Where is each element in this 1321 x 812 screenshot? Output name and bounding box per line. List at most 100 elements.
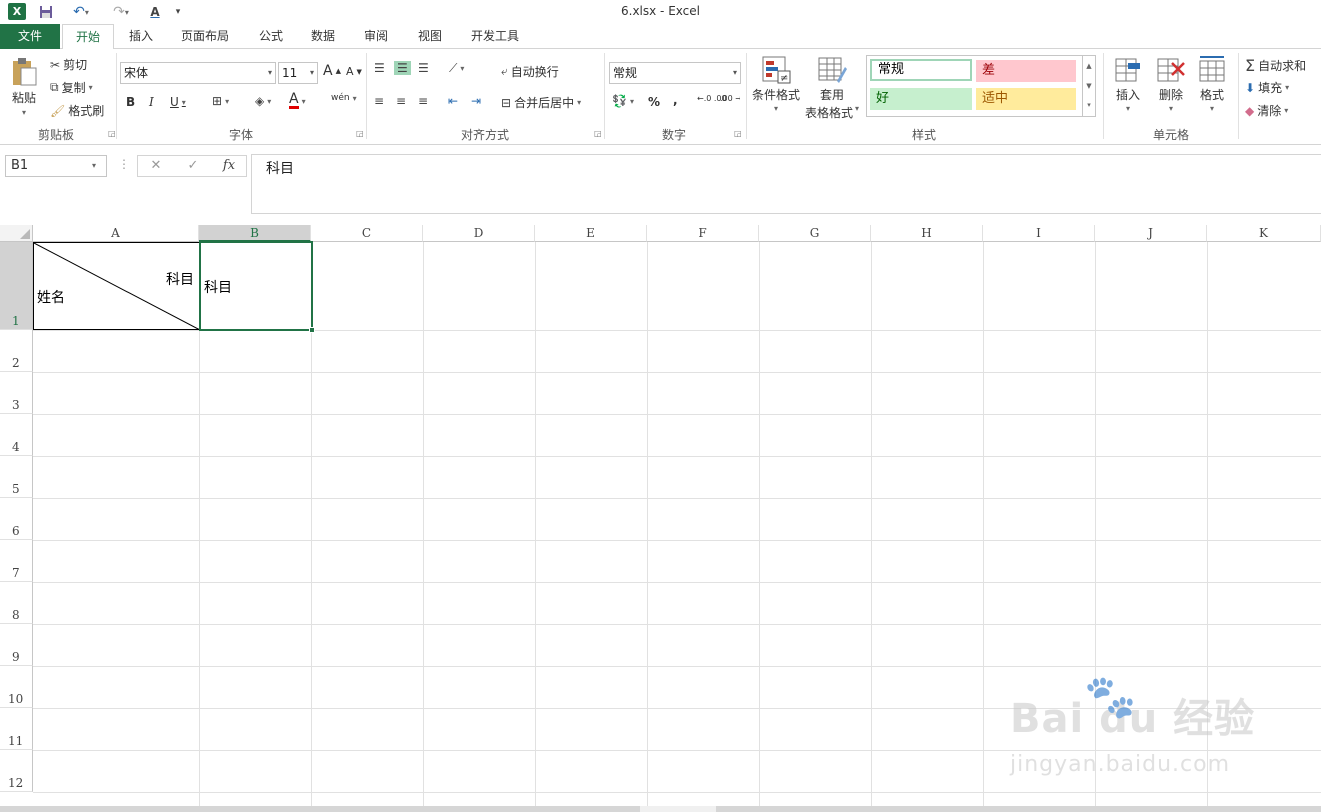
column-header-i[interactable]: I [983, 225, 1095, 242]
align-right-button[interactable]: ≡ [418, 94, 428, 108]
gallery-up-icon[interactable]: ▲ [1083, 56, 1095, 76]
autosum-button[interactable]: Σ 自动求和 [1245, 56, 1306, 75]
select-all-button[interactable] [0, 225, 33, 242]
horizontal-scrollbar[interactable] [0, 806, 1321, 812]
column-header-g[interactable]: G [759, 225, 871, 242]
column-header-e[interactable]: E [535, 225, 647, 242]
name-box-chevron-down-icon[interactable]: ▾ [92, 155, 96, 177]
style-good[interactable]: 好 [870, 88, 972, 110]
number-format-select[interactable]: 常规 ▾ [609, 62, 741, 84]
tab-insert[interactable]: 插入 [116, 24, 166, 49]
column-header-f[interactable]: F [647, 225, 759, 242]
tab-view[interactable]: 视图 [404, 24, 456, 49]
align-bottom-button[interactable]: ☰ [418, 61, 429, 75]
phonetic-button[interactable]: wén ▾ [331, 93, 357, 103]
italic-button[interactable]: I [149, 95, 154, 109]
align-top-button[interactable]: ☰ [374, 61, 385, 75]
tab-data[interactable]: 数据 [298, 24, 348, 49]
column-header-d[interactable]: D [423, 225, 535, 242]
shrink-font-button[interactable]: A ▼ [346, 65, 362, 78]
decrease-indent-button[interactable]: ⇤ [448, 94, 458, 108]
column-header-j[interactable]: J [1095, 225, 1207, 242]
row-header-3[interactable]: 3 [0, 372, 33, 414]
number-format-chevron-down-icon: ▾ [732, 68, 737, 77]
row-header-1[interactable]: 1 [0, 242, 33, 330]
insert-cells-button[interactable]: 插入 ▾ [1114, 55, 1142, 113]
grow-font-button[interactable]: A ▲ [323, 63, 341, 79]
alignment-launcher-icon[interactable]: ◲ [594, 129, 602, 138]
delete-cells-button[interactable]: 删除 ▾ [1156, 55, 1186, 113]
font-color-button[interactable]: A ▾ [289, 92, 306, 109]
column-header-b[interactable]: B [199, 225, 311, 242]
bold-button[interactable]: B [126, 95, 135, 109]
row-header-9[interactable]: 9 [0, 624, 33, 666]
decrease-decimal-button[interactable]: .00 →.0 [720, 94, 740, 103]
formula-bar-grip-icon[interactable]: ⋮ [118, 157, 130, 171]
wrap-text-button[interactable]: ⤶ 自动换行 [501, 63, 559, 80]
fill-label: 填充 [1258, 81, 1283, 95]
row-header-11[interactable]: 11 [0, 708, 33, 750]
grid-line-horizontal [33, 624, 1321, 625]
style-neutral[interactable]: 适中 [976, 88, 1076, 110]
align-middle-button[interactable]: ☰ [394, 61, 411, 75]
gallery-down-icon[interactable]: ▼ [1083, 76, 1095, 96]
confirm-entry-icon[interactable]: ✓ [178, 156, 208, 176]
horizontal-scrollbar-thumb[interactable] [716, 806, 1321, 812]
tab-developer[interactable]: 开发工具 [458, 24, 532, 49]
row-header-8[interactable]: 8 [0, 582, 33, 624]
number-launcher-icon[interactable]: ◲ [734, 129, 742, 138]
underline-button[interactable]: U ▾ [170, 95, 186, 109]
percent-icon: % [648, 95, 661, 109]
font-name-select[interactable]: 宋体 ▾ [120, 62, 276, 84]
row-header-6[interactable]: 6 [0, 498, 33, 540]
row-header-5[interactable]: 5 [0, 456, 33, 498]
row-header-12[interactable]: 12 [0, 750, 33, 792]
orientation-button[interactable]: ⟋ ▾ [449, 61, 464, 76]
style-normal[interactable]: 常规 [870, 59, 972, 81]
accounting-format-button[interactable]: 💱 ▾ [612, 94, 634, 108]
align-center-button[interactable]: ≡ [396, 94, 406, 108]
copy-button[interactable]: ⧉ 复制 ▾ [50, 79, 93, 96]
tab-home[interactable]: 开始 [62, 24, 114, 50]
cell-b1-active[interactable]: 科目 [199, 241, 313, 331]
row-header-7[interactable]: 7 [0, 540, 33, 582]
format-as-table-button[interactable]: 套用 表格格式 ▾ [805, 55, 859, 121]
align-left-button[interactable]: ≡ [374, 94, 384, 108]
row-header-10[interactable]: 10 [0, 666, 33, 708]
fill-button[interactable]: ⬇ 填充 ▾ [1245, 79, 1289, 96]
conditional-format-button[interactable]: ≠ 条件格式 ▾ [752, 55, 800, 113]
increase-indent-button[interactable]: ⇥ [471, 94, 481, 108]
merge-center-button[interactable]: ⊟ 合并后居中 ▾ [501, 94, 581, 111]
column-header-h[interactable]: H [871, 225, 983, 242]
sheet-tabs-area[interactable] [0, 806, 640, 812]
format-painter-button[interactable]: 🖌 格式刷 [50, 102, 104, 119]
clear-button[interactable]: ◆ 清除 ▾ [1245, 102, 1288, 119]
column-header-k[interactable]: K [1207, 225, 1321, 242]
cell-a1-diagonal-header[interactable]: 科目 姓名 [33, 242, 200, 330]
gallery-more-icon[interactable]: ▾ [1083, 96, 1095, 114]
percent-button[interactable]: % [648, 95, 660, 109]
font-launcher-icon[interactable]: ◲ [356, 129, 364, 138]
insert-function-icon[interactable]: fx [214, 156, 244, 176]
cut-button[interactable]: ✂ 剪切 [50, 56, 87, 73]
clipboard-launcher-icon[interactable]: ◲ [108, 129, 116, 138]
gallery-scrollbar[interactable]: ▲ ▼ ▾ [1082, 56, 1095, 116]
tab-page-layout[interactable]: 页面布局 [168, 24, 242, 49]
fill-color-button[interactable]: ◈ ▾ [255, 94, 271, 108]
style-bad[interactable]: 差 [976, 60, 1076, 82]
format-cells-button[interactable]: 格式 ▾ [1198, 55, 1226, 113]
tab-formulas[interactable]: 公式 [246, 24, 296, 49]
paste-button[interactable]: 粘贴 ▾ [10, 57, 38, 117]
formula-input[interactable]: 科目 [251, 154, 1321, 214]
font-size-select[interactable]: 11 ▾ [278, 62, 318, 84]
cancel-entry-icon[interactable]: ✕ [141, 156, 171, 176]
column-header-c[interactable]: C [311, 225, 423, 242]
fill-handle[interactable] [309, 327, 315, 333]
comma-style-button[interactable]: , [673, 93, 678, 107]
tab-file[interactable]: 文件 [0, 24, 60, 49]
tab-review[interactable]: 审阅 [350, 24, 402, 49]
row-header-4[interactable]: 4 [0, 414, 33, 456]
column-header-a[interactable]: A [33, 225, 199, 242]
row-header-2[interactable]: 2 [0, 330, 33, 372]
borders-button[interactable]: ⊞ ▾ [212, 94, 229, 108]
